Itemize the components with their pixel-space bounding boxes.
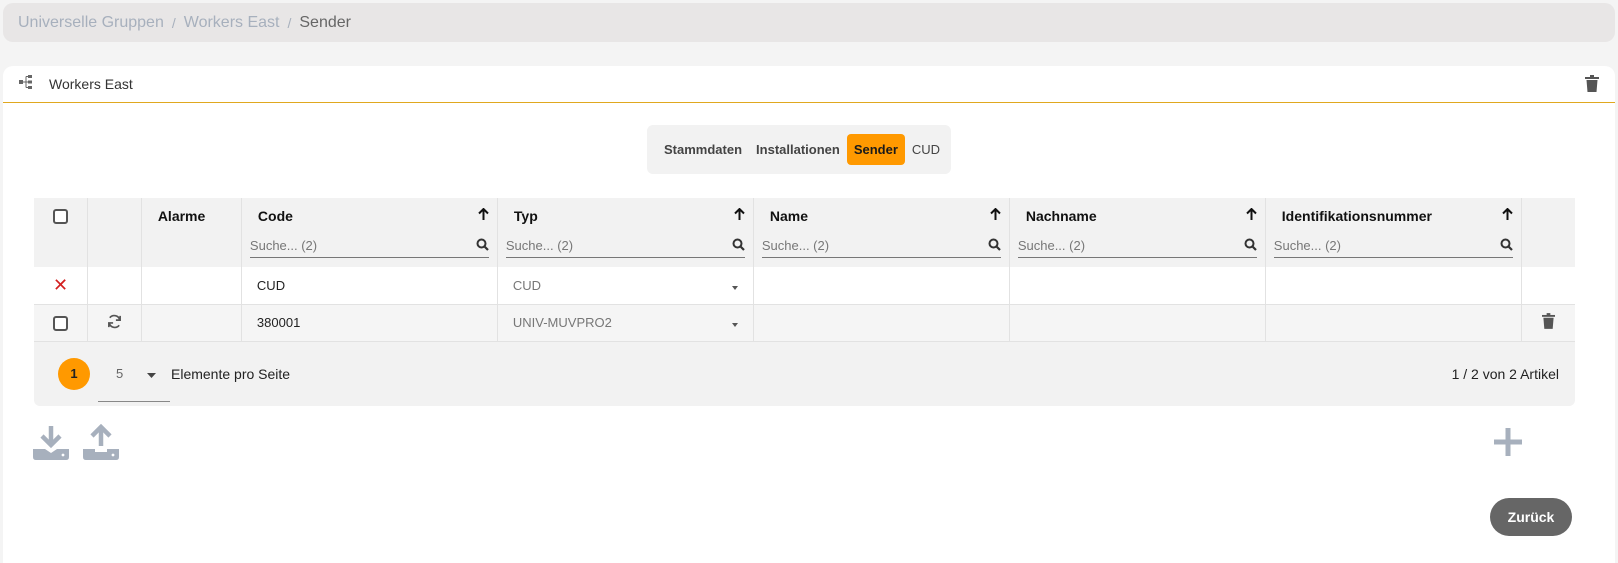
- breadcrumb: Universelle Gruppen / Workers East / Sen…: [3, 3, 1615, 42]
- typ-select-value: UNIV-MUVPRO2: [512, 315, 612, 330]
- column-label-typ: Typ: [513, 208, 538, 224]
- breadcrumb-separator: /: [171, 14, 176, 31]
- column-header-identifikationsnummer[interactable]: Identifikationsnummer Suche... (2): [1265, 198, 1522, 267]
- delete-column-header: [1521, 198, 1575, 267]
- search-icon[interactable]: [1244, 238, 1257, 254]
- download-icon[interactable]: [33, 424, 69, 465]
- item-count: 1 / 2 von 2 Artikel: [1451, 365, 1559, 382]
- column-label-identifikationsnummer: Identifikationsnummer: [1281, 208, 1432, 224]
- column-header-nachname[interactable]: Nachname Suche... (2): [1009, 198, 1266, 267]
- sort-arrow-up-icon[interactable]: [990, 207, 1001, 224]
- refresh-icon[interactable]: [107, 314, 122, 332]
- breadcrumb-link-universelle-gruppen[interactable]: Universelle Gruppen: [18, 14, 164, 32]
- search-icon[interactable]: [988, 238, 1001, 254]
- upload-icon[interactable]: [83, 423, 119, 465]
- column-header-name[interactable]: Name Suche... (2): [753, 198, 1010, 267]
- filter-identifikationsnummer-placeholder: Suche... (2): [1273, 238, 1341, 253]
- row-checkbox[interactable]: [53, 315, 69, 331]
- sender-table: Alarme Code Suche... (2) Typ Suche... (2…: [34, 198, 1575, 342]
- sort-arrow-up-icon[interactable]: [734, 207, 745, 224]
- page-size-value: 5: [116, 365, 124, 381]
- filter-identifikationsnummer[interactable]: Suche... (2): [1273, 234, 1513, 258]
- page-button-1[interactable]: 1: [58, 357, 90, 390]
- action-cell: [87, 304, 142, 342]
- filter-code-placeholder: Suche... (2): [249, 238, 318, 253]
- pager: 1 5 Elemente pro Seite 1 / 2 von 2 Artik…: [34, 342, 1575, 406]
- tab-sender[interactable]: Sender: [846, 134, 905, 165]
- filter-typ[interactable]: Suche... (2): [505, 234, 745, 258]
- column-label-nachname: Nachname: [1025, 208, 1097, 224]
- delete-cell: [1521, 267, 1575, 305]
- typ-cell[interactable]: UNIV-MUVPRO2: [497, 304, 754, 342]
- column-header-code[interactable]: Code Suche... (2): [241, 198, 498, 267]
- alarme-cell: [141, 267, 242, 305]
- search-icon[interactable]: [732, 238, 745, 254]
- trash-icon[interactable]: [1541, 313, 1555, 332]
- sender-grid: Alarme Code Suche... (2) Typ Suche... (2…: [34, 198, 1575, 406]
- sort-arrow-up-icon[interactable]: [478, 207, 489, 224]
- per-page-label: Elemente pro Seite: [171, 365, 291, 382]
- typ-select-value: CUD: [512, 277, 542, 293]
- tab-installationen[interactable]: Installationen: [749, 134, 847, 165]
- id-cell[interactable]: [1265, 267, 1522, 305]
- table-header-row: Alarme Code Suche... (2) Typ Suche... (2…: [34, 198, 1575, 267]
- name-cell[interactable]: [753, 304, 1010, 342]
- main-card: Workers East Stammdaten Installationen S…: [3, 66, 1615, 563]
- filter-typ-placeholder: Suche... (2): [505, 238, 574, 253]
- caret-down-icon: [147, 366, 156, 381]
- tab-cud[interactable]: CUD: [905, 134, 947, 165]
- page-size-select[interactable]: 5: [98, 362, 170, 402]
- hierarchy-icon: [19, 74, 33, 94]
- cancel-cell: ✕: [34, 267, 89, 305]
- back-button[interactable]: Zurück: [1490, 498, 1572, 536]
- breadcrumb-link-workers-east[interactable]: Workers East: [184, 14, 280, 32]
- delete-cell: [1521, 304, 1575, 342]
- filter-name[interactable]: Suche... (2): [761, 234, 1001, 258]
- table-row: 380001 UNIV-MUVPRO2: [34, 304, 1575, 342]
- column-label-alarme: Alarme: [157, 208, 206, 224]
- row-select-cell: [34, 304, 89, 342]
- select-all-cell: [34, 198, 89, 267]
- filter-nachname[interactable]: Suche... (2): [1017, 234, 1257, 258]
- nachname-cell[interactable]: [1009, 304, 1266, 342]
- sort-arrow-up-icon[interactable]: [1246, 207, 1257, 224]
- action-cell: [87, 267, 142, 305]
- filter-name-placeholder: Suche... (2): [761, 238, 830, 253]
- name-cell[interactable]: [753, 267, 1010, 305]
- cancel-x-icon[interactable]: ✕: [53, 275, 68, 295]
- breadcrumb-current: Sender: [299, 13, 351, 31]
- search-icon[interactable]: [476, 238, 489, 254]
- filter-nachname-placeholder: Suche... (2): [1017, 238, 1086, 253]
- caret-down-icon[interactable]: [731, 278, 738, 293]
- nachname-cell[interactable]: [1009, 267, 1266, 305]
- caret-down-icon[interactable]: [731, 315, 738, 330]
- id-cell[interactable]: [1265, 304, 1522, 342]
- search-icon[interactable]: [1500, 238, 1513, 254]
- column-header-alarme: Alarme: [141, 198, 242, 267]
- sort-arrow-up-icon[interactable]: [1502, 207, 1513, 224]
- column-label-code: Code: [257, 208, 293, 224]
- alarme-cell: [141, 304, 242, 342]
- delete-group-icon[interactable]: [1585, 75, 1599, 97]
- typ-cell[interactable]: CUD: [497, 267, 754, 305]
- breadcrumb-separator: /: [287, 14, 292, 31]
- column-header-typ[interactable]: Typ Suche... (2): [497, 198, 754, 267]
- card-header: Workers East: [3, 66, 1615, 103]
- card-title: Workers East: [49, 76, 133, 92]
- filter-code[interactable]: Suche... (2): [249, 234, 489, 258]
- tab-bar: Stammdaten Installationen Sender CUD: [647, 125, 951, 174]
- select-all-checkbox[interactable]: [53, 208, 69, 224]
- action-column-header: [87, 198, 142, 267]
- code-cell[interactable]: 380001: [241, 304, 498, 342]
- table-row: ✕ CUD CUD: [34, 267, 1575, 305]
- add-icon[interactable]: [1492, 426, 1524, 463]
- tab-stammdaten[interactable]: Stammdaten: [657, 134, 749, 165]
- column-label-name: Name: [769, 208, 808, 224]
- code-cell[interactable]: CUD: [241, 267, 498, 305]
